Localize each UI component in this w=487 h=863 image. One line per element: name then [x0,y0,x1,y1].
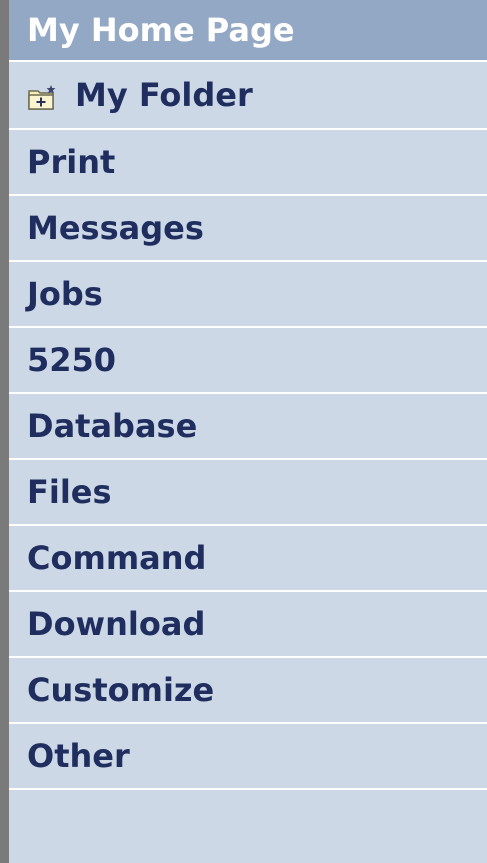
menu-item-other[interactable]: Other [9,724,487,790]
menu-item-download[interactable]: Download [9,592,487,658]
menu-item-files[interactable]: Files [9,460,487,526]
menu-item-command[interactable]: Command [9,526,487,592]
menu-item-messages[interactable]: Messages [9,196,487,262]
menu-item-database[interactable]: Database [9,394,487,460]
menu-item-label: My Folder [75,76,253,114]
menu-header-my-home-page[interactable]: My Home Page [9,0,487,62]
menu-item-jobs[interactable]: Jobs [9,262,487,328]
menu-item-5250[interactable]: 5250 [9,328,487,394]
navigation-menu: My Home Page My Folder Print Messages Jo… [0,0,487,863]
new-folder-icon [27,82,57,110]
menu-item-print[interactable]: Print [9,130,487,196]
menu-item-customize[interactable]: Customize [9,658,487,724]
menu-empty-area [9,790,487,843]
menu-item-my-folder[interactable]: My Folder [9,62,487,130]
